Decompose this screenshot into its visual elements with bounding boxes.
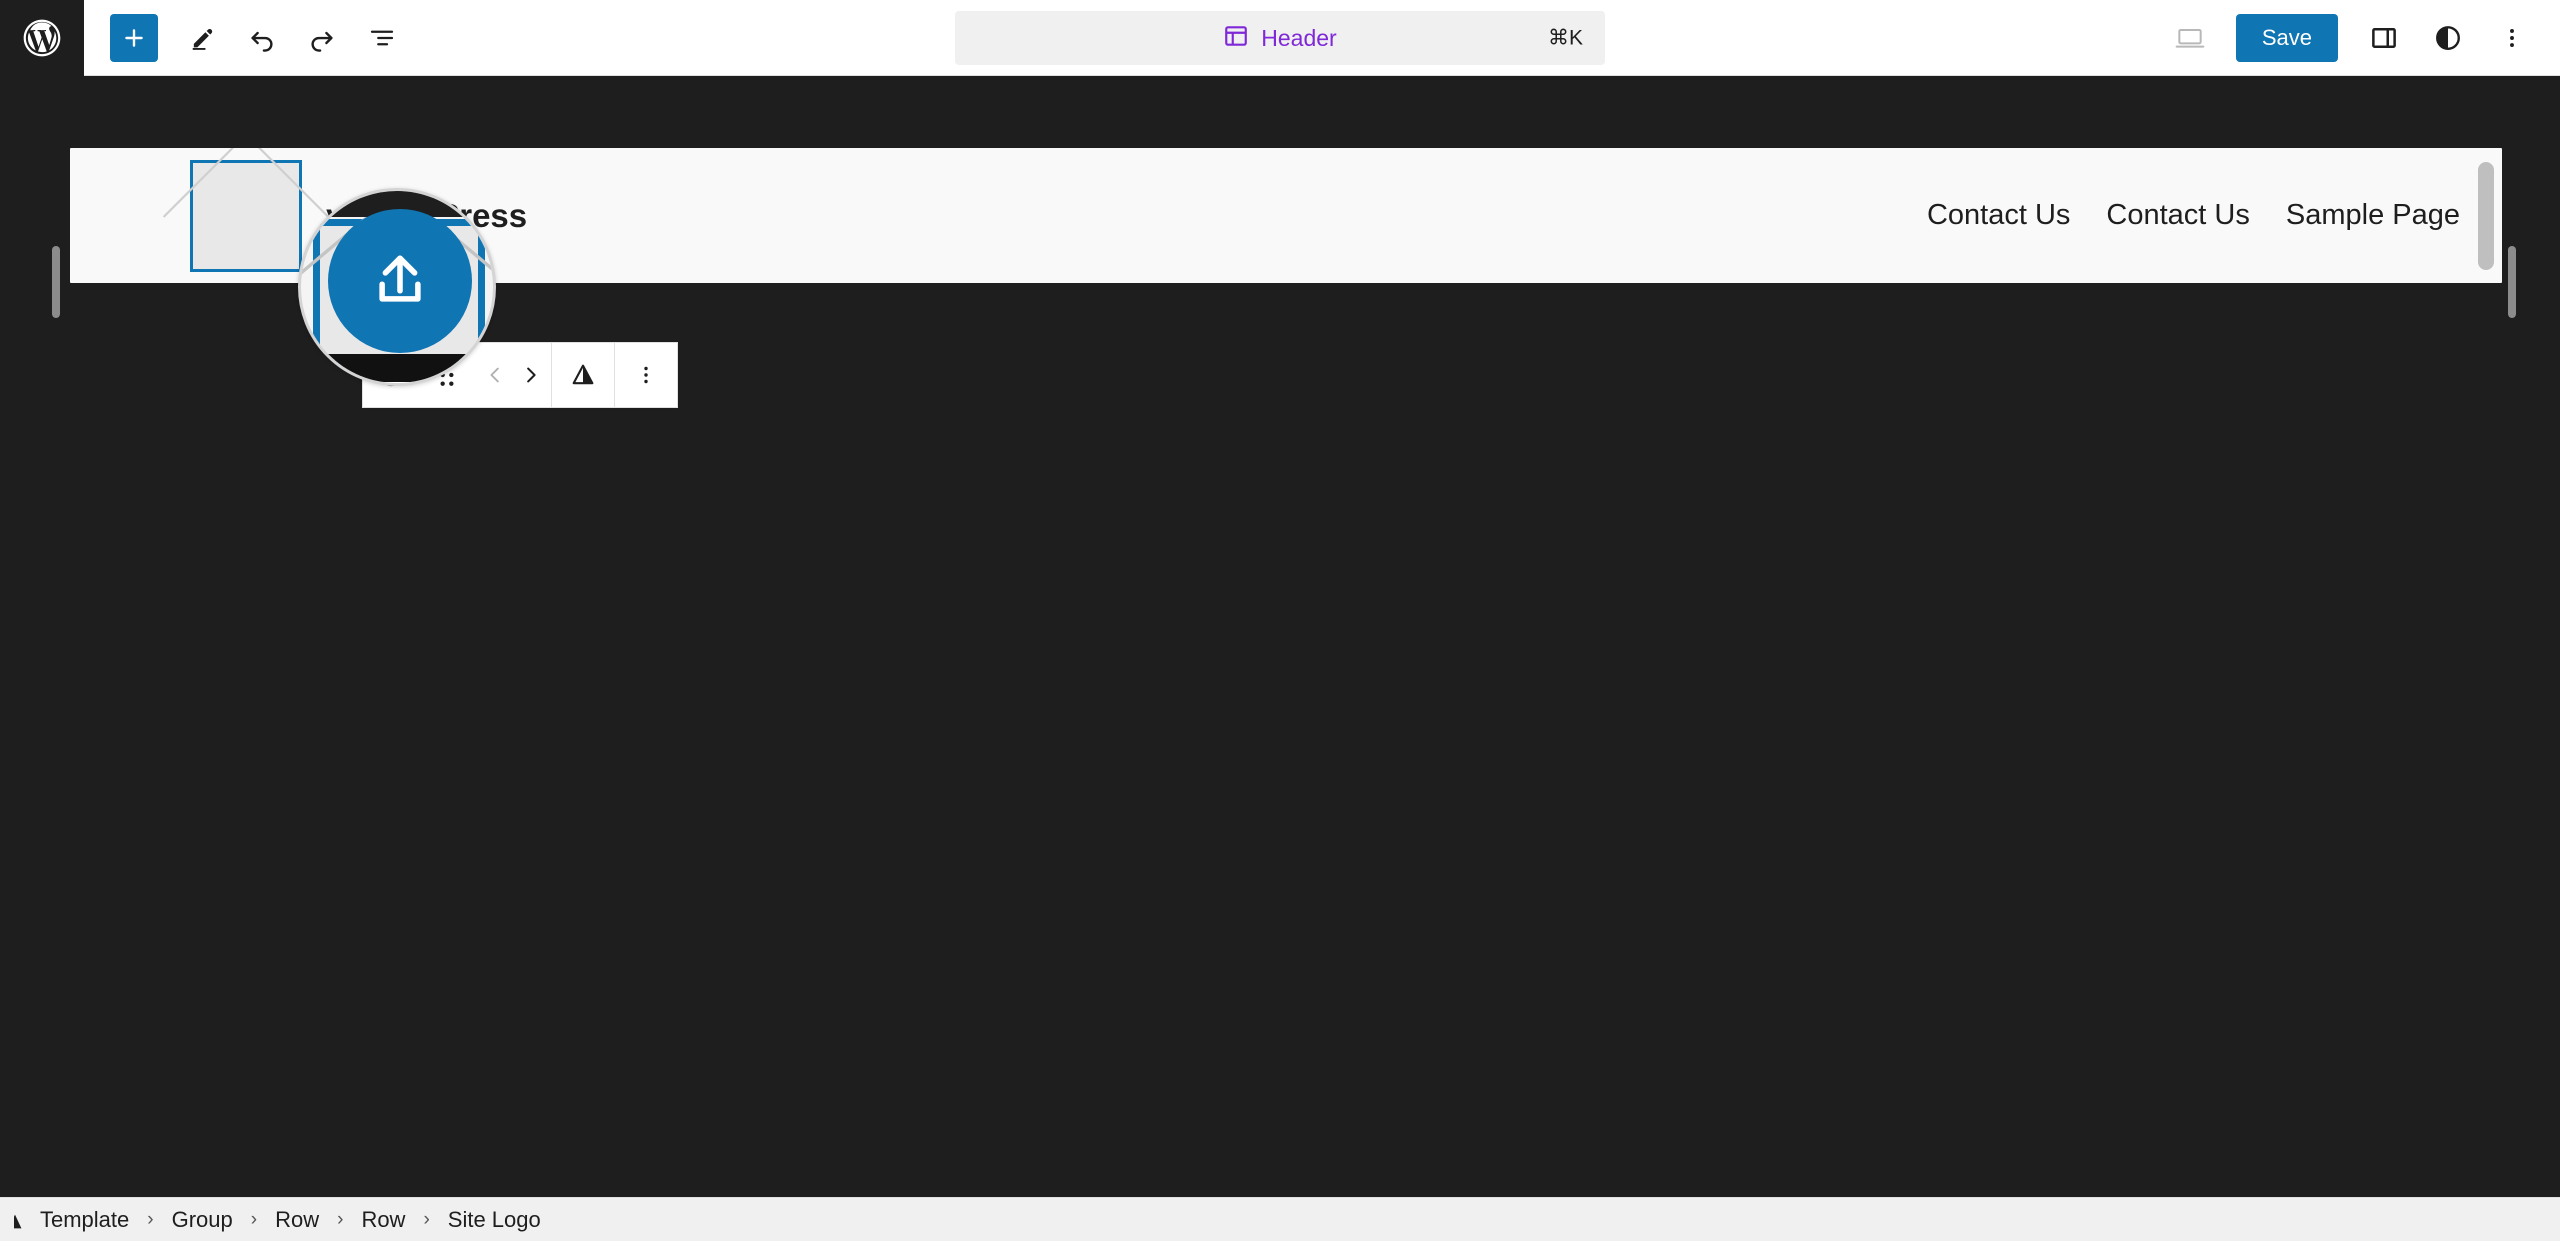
align-button[interactable] [552, 343, 614, 407]
settings-sidebar-button[interactable] [2354, 8, 2414, 68]
upload-arrow-icon [361, 242, 439, 320]
undo-arrow-icon [247, 23, 277, 53]
breadcrumb-item-group[interactable]: Group [166, 1207, 239, 1233]
breadcrumb-item-row-1[interactable]: Row [269, 1207, 325, 1233]
edit-tool-button[interactable] [172, 8, 232, 68]
block-inserter-button[interactable] [110, 13, 158, 62]
top-bar-left-tools [84, 8, 412, 68]
sidebar-panel-icon [2369, 23, 2399, 53]
top-bar-right-tools: Save [2160, 0, 2542, 76]
site-editor-app: Header ⌘K Save Contact Us Contact Us Sam… [0, 0, 2560, 1241]
breadcrumb-separator: › [147, 1208, 154, 1230]
nav-item-0[interactable]: Contact Us [1927, 199, 2070, 232]
breadcrumb-separator: › [423, 1208, 430, 1230]
magnifier-lens [298, 188, 496, 386]
breadcrumb: Template › Group › Row › Row › Site Logo [0, 1197, 2560, 1241]
chevron-right-icon [519, 364, 541, 386]
site-navigation-block: Contact Us Contact Us Sample Page [1927, 199, 2460, 232]
header-template-icon [1223, 23, 1249, 54]
command-bar-shortcut: ⌘K [1547, 26, 1583, 50]
command-bar-content: Header [1223, 23, 1337, 54]
save-button[interactable]: Save [2235, 14, 2338, 62]
redo-button[interactable] [292, 8, 352, 68]
canvas-resize-handle-right[interactable] [2508, 246, 2516, 318]
plus-icon [121, 25, 147, 51]
options-menu-button[interactable] [2482, 8, 2542, 68]
canvas-resize-handle-left[interactable] [52, 246, 60, 318]
list-view-icon [367, 23, 397, 53]
styles-button[interactable] [2418, 8, 2478, 68]
more-vertical-icon [2499, 25, 2525, 51]
command-bar-label: Header [1261, 24, 1337, 51]
breadcrumb-item-template[interactable]: Template [34, 1207, 135, 1233]
magnifier-lens-content [301, 191, 493, 383]
wordpress-logo-icon [20, 16, 64, 60]
align-triangle-icon [569, 361, 597, 389]
block-options-button[interactable] [615, 343, 677, 407]
command-bar-button[interactable]: Header ⌘K [955, 11, 1605, 65]
wordpress-logo-button[interactable] [0, 0, 84, 76]
canvas-vertical-scrollbar[interactable] [2478, 162, 2494, 270]
nav-item-2[interactable]: Sample Page [2286, 199, 2460, 232]
view-preview-button[interactable] [2160, 8, 2220, 68]
pencil-icon [188, 24, 216, 52]
undo-button[interactable] [232, 8, 292, 68]
command-center-wrapper: Header ⌘K [955, 11, 1605, 65]
breadcrumb-item-row-2[interactable]: Row [355, 1207, 411, 1233]
redo-arrow-icon [307, 23, 337, 53]
editor-top-bar: Header ⌘K Save [0, 0, 2560, 76]
upload-cursor-indicator [328, 209, 472, 353]
editor-canvas-area: y WordPress Contact Us Contact Us Sample… [0, 76, 2560, 1241]
nav-item-1[interactable]: Contact Us [2106, 199, 2249, 232]
block-toolbar-group-options [615, 343, 677, 407]
breadcrumb-separator: › [337, 1208, 344, 1230]
document-overview-button[interactable] [352, 8, 412, 68]
lens-magnified-tooltip [301, 354, 493, 382]
site-logo-block[interactable] [190, 159, 302, 272]
breadcrumb-list: Template › Group › Row › Row › Site Logo [34, 1207, 547, 1233]
breadcrumb-separator: › [250, 1208, 258, 1230]
desktop-preview-icon [2174, 22, 2206, 54]
move-right-button[interactable] [514, 343, 546, 407]
breadcrumb-item-site-logo[interactable]: Site Logo [442, 1207, 547, 1233]
block-toolbar-group-align [552, 343, 615, 407]
contrast-styles-icon [2433, 23, 2463, 53]
breadcrumb-leading-icon [14, 1209, 30, 1231]
more-vertical-icon [634, 363, 658, 387]
